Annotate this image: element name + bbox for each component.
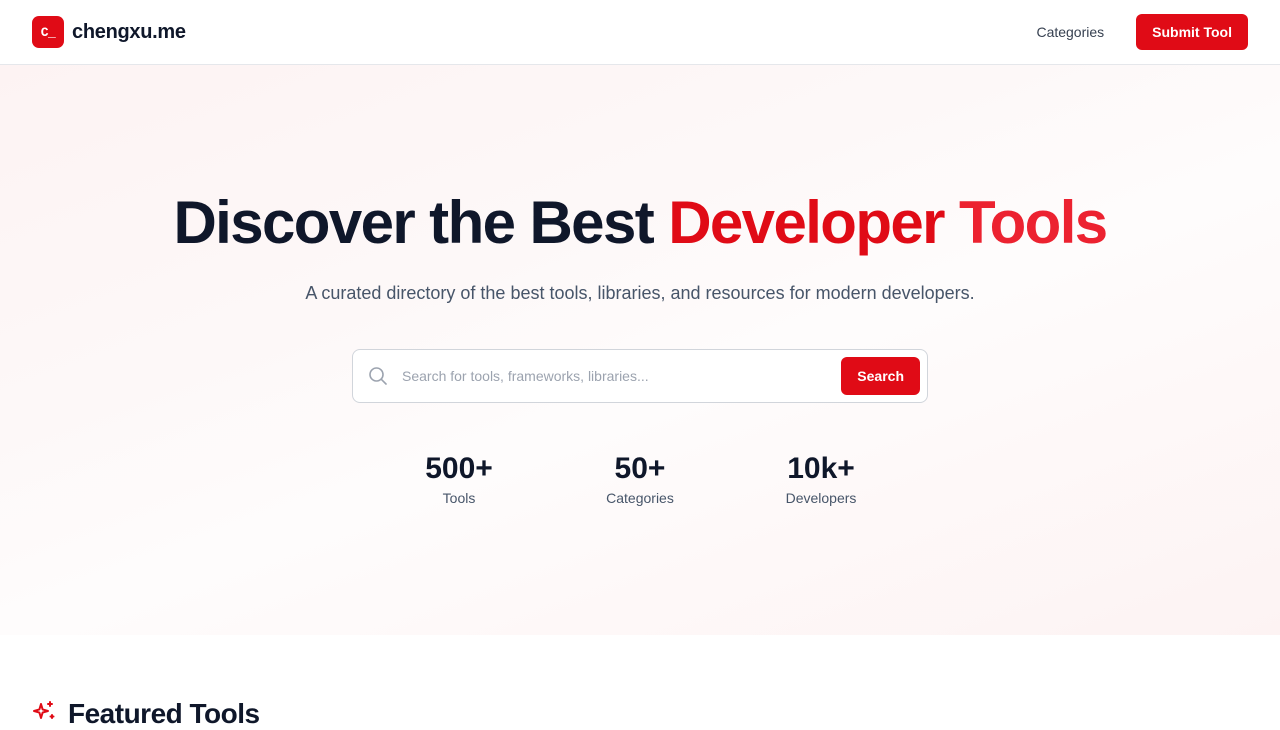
top-navbar: C_ chengxu.me Categories Submit Tool [0, 0, 1280, 65]
featured-tools-heading: Featured Tools [32, 698, 260, 730]
stat-value: 500+ [425, 452, 493, 485]
submit-tool-button[interactable]: Submit Tool [1136, 14, 1248, 50]
nav-categories-link[interactable]: Categories [1036, 24, 1104, 40]
hero-title-part1: Discover the Best [173, 189, 669, 256]
hero-title-part2: Developer [668, 189, 959, 256]
stat-categories: 50+ Categories [550, 450, 731, 507]
search-bar: Search [352, 349, 928, 403]
brand-logo: C_ [32, 16, 64, 48]
hero-title: Discover the Best Developer Tools [0, 187, 1280, 259]
search-input[interactable] [389, 356, 842, 396]
stat-value: 50+ [614, 452, 666, 485]
hero-subtitle: A curated directory of the best tools, l… [305, 283, 975, 303]
brand-name: chengxu.me [72, 20, 186, 43]
brand-home-link[interactable]: C_ chengxu.me [32, 16, 186, 48]
stat-label: Developers [785, 490, 857, 506]
search-icon [367, 365, 389, 387]
stats-row: 500+ Tools 50+ Categories 10k+ Developer… [0, 450, 1280, 507]
sparkles-icon [32, 700, 56, 729]
featured-title: Featured Tools [68, 698, 260, 729]
stat-developers: 10k+ Developers [731, 450, 912, 507]
hero-section: Discover the Best Developer Tools A cura… [0, 65, 1280, 635]
stat-value: 10k+ [787, 452, 855, 485]
stat-label: Tools [442, 490, 476, 506]
stat-tools: 500+ Tools [369, 450, 550, 507]
nav-actions: Categories Submit Tool [1036, 14, 1248, 50]
hero-title-part3: Tools [959, 189, 1108, 256]
search-button[interactable]: Search [841, 357, 920, 395]
stat-label: Categories [606, 490, 674, 506]
